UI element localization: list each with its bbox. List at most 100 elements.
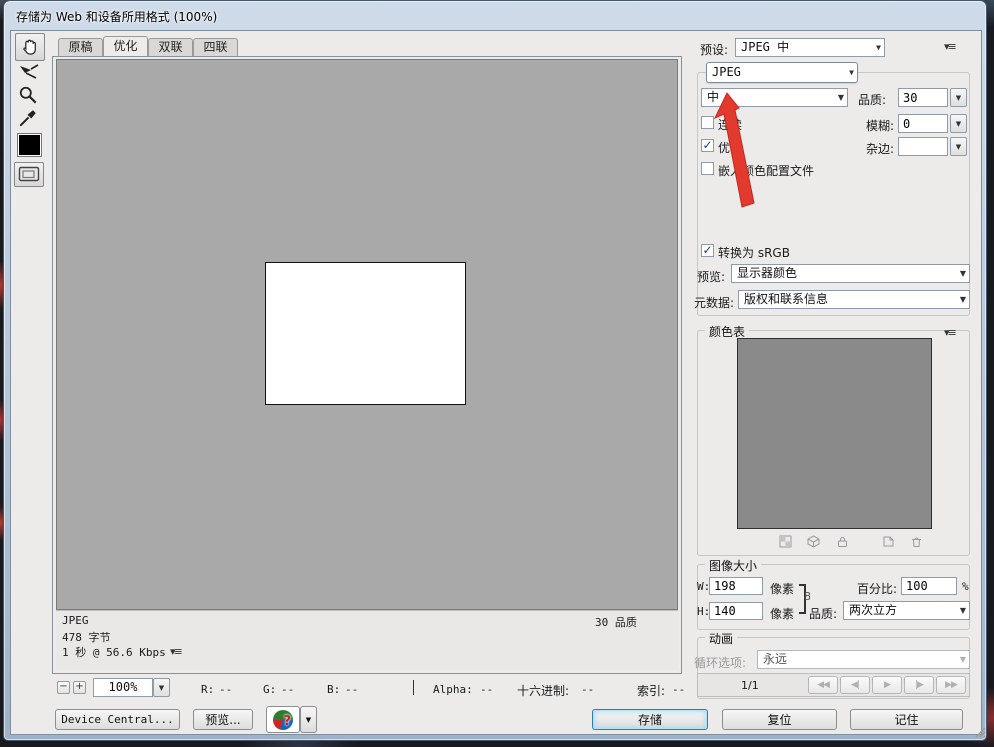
map-transparency-icon[interactable] bbox=[779, 535, 792, 548]
previous-frame-button: ◀| bbox=[840, 676, 870, 694]
new-color-icon[interactable] bbox=[882, 535, 895, 548]
zoom-level-field[interactable]: 100% bbox=[93, 678, 153, 697]
delete-color-icon[interactable] bbox=[910, 535, 923, 548]
status-quality: 30 品质 bbox=[595, 614, 637, 630]
embed-profile-checkbox[interactable] bbox=[701, 162, 714, 175]
image-size-title: 图像大小 bbox=[705, 557, 761, 574]
resize-grip[interactable] bbox=[974, 727, 986, 738]
remember-button[interactable]: 记住 bbox=[850, 709, 963, 730]
zoom-tool-button[interactable] bbox=[16, 83, 40, 107]
quality-field[interactable] bbox=[898, 88, 948, 107]
hand-icon bbox=[19, 36, 41, 58]
web-shift-cube-icon[interactable] bbox=[807, 535, 820, 548]
b-label: B: bbox=[327, 683, 340, 696]
status-format: JPEG bbox=[62, 614, 89, 627]
preset-menu-icon[interactable] bbox=[944, 40, 955, 53]
title-bar[interactable]: 存储为 Web 和设备所用格式 (100%) bbox=[4, 1, 986, 30]
hex-label: 十六进制: bbox=[517, 682, 569, 699]
preset-label: 预设: bbox=[700, 41, 728, 58]
height-unit-label: 像素 bbox=[770, 605, 794, 622]
quality-label: 品质: bbox=[858, 91, 886, 108]
info-bar-divider bbox=[413, 680, 414, 695]
slice-select-icon bbox=[17, 61, 41, 83]
eyedropper-tool-button[interactable] bbox=[16, 106, 40, 130]
height-field[interactable] bbox=[709, 602, 763, 620]
tab-4up[interactable]: 四联 bbox=[193, 38, 238, 56]
chevron-down-icon bbox=[960, 651, 966, 668]
preview-mode-select[interactable]: 显示器颜色 bbox=[731, 264, 970, 283]
optimize-status-area: JPEG 478 字节 1 秒 @ 56.6 Kbps 30 品质 bbox=[56, 610, 678, 670]
srgb-checkbox[interactable] bbox=[701, 244, 714, 257]
hand-tool-button[interactable] bbox=[15, 33, 45, 61]
color-table-swatch-area[interactable] bbox=[737, 338, 932, 529]
progressive-checkbox[interactable] bbox=[701, 116, 714, 129]
compression-quality-select[interactable]: 中 bbox=[701, 88, 848, 107]
chevron-down-icon bbox=[960, 265, 966, 282]
device-central-button[interactable]: Device Central... bbox=[55, 709, 180, 730]
matte-field[interactable] bbox=[898, 137, 948, 156]
quality-slider-button[interactable] bbox=[950, 88, 967, 107]
link-dimensions-icon[interactable]: 8 bbox=[804, 590, 811, 603]
optimized-image bbox=[265, 262, 466, 405]
tab-original[interactable]: 原稿 bbox=[58, 38, 103, 56]
matte-label: 杂边: bbox=[866, 140, 894, 157]
matte-dropdown-button[interactable] bbox=[950, 137, 967, 156]
preview-mode-label: 预览: bbox=[697, 268, 725, 285]
loop-options-select: 永远 bbox=[757, 650, 970, 669]
color-table-menu-icon[interactable] bbox=[944, 326, 955, 339]
chevron-down-icon bbox=[849, 63, 854, 82]
next-frame-button: |▶ bbox=[904, 676, 934, 694]
resample-quality-select[interactable]: 两次立方 bbox=[843, 601, 970, 620]
g-value: -- bbox=[281, 683, 294, 696]
browser-preview-icon-button[interactable]: ? bbox=[266, 706, 300, 733]
status-menu-icon[interactable] bbox=[170, 645, 181, 658]
zoom-in-button[interactable]: + bbox=[73, 681, 86, 694]
play-button: ▶ bbox=[872, 676, 902, 694]
status-download-time: 1 秒 @ 56.6 Kbps bbox=[62, 644, 166, 660]
resample-quality-label: 品质: bbox=[809, 605, 837, 622]
width-unit-label: 像素 bbox=[770, 580, 794, 597]
slice-select-tool-button[interactable] bbox=[16, 60, 42, 84]
reset-button[interactable]: 复位 bbox=[722, 709, 837, 730]
color-swatch[interactable] bbox=[17, 133, 42, 157]
status-file-size: 478 字节 bbox=[62, 629, 111, 645]
width-field[interactable] bbox=[709, 577, 763, 595]
percent-field[interactable] bbox=[901, 577, 957, 595]
last-frame-button: ▶▶ bbox=[936, 676, 966, 694]
preview-in-browser-button[interactable]: 预览... bbox=[193, 709, 253, 730]
save-button[interactable]: 存储 bbox=[592, 709, 708, 730]
first-frame-button: ◀◀ bbox=[808, 676, 838, 694]
desktop: 存储为 Web 和设备所用格式 (100%) 原稿 优化 bbox=[0, 0, 994, 747]
g-label: G: bbox=[263, 683, 276, 696]
r-value: -- bbox=[219, 683, 232, 696]
chevron-down-icon bbox=[960, 291, 966, 308]
zoom-out-button[interactable]: − bbox=[57, 681, 70, 694]
toggle-slices-button[interactable] bbox=[14, 162, 44, 187]
tab-optimized[interactable]: 优化 bbox=[103, 36, 148, 56]
blur-label: 模糊: bbox=[866, 117, 894, 134]
browser-select-dropdown[interactable]: ▼ bbox=[300, 706, 317, 733]
zoom-level-dropdown[interactable] bbox=[153, 678, 170, 697]
embed-profile-label: 嵌入颜色配置文件 bbox=[718, 162, 814, 179]
optimized-label: 优化 bbox=[718, 139, 742, 156]
alpha-label: Alpha: bbox=[433, 683, 473, 696]
optimized-checkbox[interactable] bbox=[701, 139, 714, 152]
blur-slider-button[interactable] bbox=[950, 114, 967, 133]
preset-select[interactable]: JPEG 中 bbox=[735, 38, 885, 57]
metadata-select[interactable]: 版权和联系信息 bbox=[738, 290, 970, 309]
tab-2up[interactable]: 双联 bbox=[148, 38, 193, 56]
chevron-down-icon bbox=[960, 602, 966, 619]
percent-label: 百分比: bbox=[857, 580, 897, 597]
index-value: -- bbox=[672, 683, 685, 696]
blur-field[interactable] bbox=[898, 114, 948, 133]
srgb-label: 转换为 sRGB bbox=[718, 244, 790, 261]
browser-globe-icon: ? bbox=[273, 710, 293, 730]
chevron-down-icon bbox=[838, 89, 844, 106]
magnifier-icon bbox=[17, 84, 39, 106]
frame-indicator: 1/1 bbox=[741, 679, 759, 692]
preview-canvas[interactable] bbox=[56, 59, 678, 610]
lock-color-icon[interactable] bbox=[836, 535, 849, 548]
alpha-value: -- bbox=[480, 683, 493, 696]
format-select[interactable]: JPEG bbox=[706, 62, 858, 83]
metadata-label: 元数据: bbox=[694, 294, 734, 311]
